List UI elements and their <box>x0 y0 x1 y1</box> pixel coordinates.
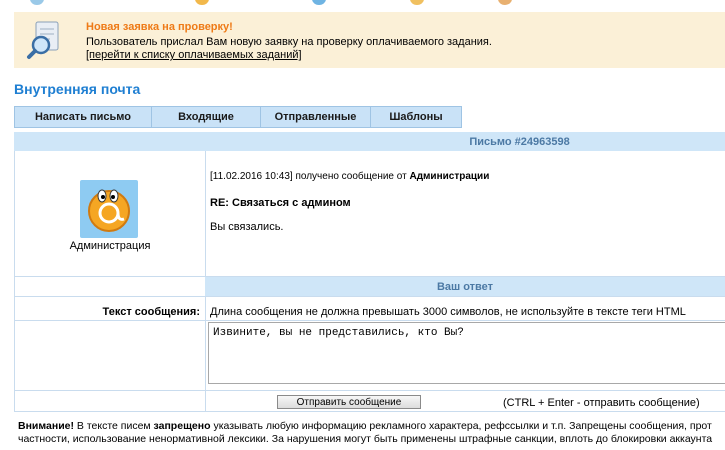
reply-textarea[interactable]: Извините, вы не представились, кто Вы? <box>208 322 725 384</box>
task-list-link[interactable]: [перейти к списку оплачиваемых заданий] <box>86 49 302 61</box>
reply-header-label: Ваш ответ <box>436 280 494 293</box>
partial-icon <box>498 0 512 5</box>
warning-text: В тексте писем <box>73 420 154 432</box>
sender-name: Администрация <box>69 240 151 252</box>
reply-header: Ваш ответ <box>205 277 725 296</box>
avatar <box>80 180 138 238</box>
partial-icon <box>195 0 209 5</box>
divider <box>14 296 725 297</box>
partial-icon <box>312 0 326 5</box>
partial-icon <box>410 0 424 5</box>
rules-warning: Внимание! В тексте писем запрещено указы… <box>18 420 725 446</box>
warning-text-line2: частности, использование ненормативной л… <box>18 433 713 445</box>
letter-header: Письмо #24963598 <box>14 132 725 151</box>
tab-templates[interactable]: Шаблоны <box>370 106 462 128</box>
tab-inbox[interactable]: Входящие <box>151 106 261 128</box>
message-date: [11.02.2016 10:43] <box>210 171 293 182</box>
message-text-label: Текст сообщения: <box>102 306 200 318</box>
notice-title: Новая заявка на проверку! <box>86 21 233 33</box>
warning-text: указывать любую информацию рекламного ха… <box>210 420 712 432</box>
divider <box>14 390 725 391</box>
new-task-notice: Новая заявка на проверку! Пользователь п… <box>14 12 725 68</box>
document-search-icon <box>27 21 59 59</box>
top-icon-strip <box>0 0 725 6</box>
warning-forbidden: запрещено <box>153 420 211 432</box>
warning-label: Внимание! <box>18 420 74 432</box>
divider <box>14 411 725 412</box>
message-meta: [11.02.2016 10:43] получено сообщение от… <box>210 171 489 182</box>
letter-number: Письмо #24963598 <box>469 135 570 148</box>
notice-text: Пользователь прислал Вам новую заявку на… <box>86 36 492 48</box>
column-divider <box>205 296 206 412</box>
received-text: получено сообщение от <box>292 171 410 182</box>
send-shortcut-hint: (CTRL + Enter - отправить сообщение) <box>503 397 700 409</box>
tab-sent[interactable]: Отправленные <box>260 106 371 128</box>
column-divider <box>205 151 206 276</box>
at-smiley-icon <box>88 189 130 232</box>
page-title: Внутренняя почта <box>14 81 141 97</box>
message-body: Вы связались. <box>210 221 284 233</box>
message-subject: RE: Связаться с админом <box>210 197 351 209</box>
length-hint: Длина сообщения не должна превышать 3000… <box>210 306 686 318</box>
divider <box>14 320 725 321</box>
send-message-button[interactable]: Отправить сообщение <box>277 395 421 409</box>
partial-icon <box>30 0 44 5</box>
message-from: Администрации <box>409 171 490 182</box>
panel-border <box>14 151 15 411</box>
tab-compose[interactable]: Написать письмо <box>14 106 152 128</box>
